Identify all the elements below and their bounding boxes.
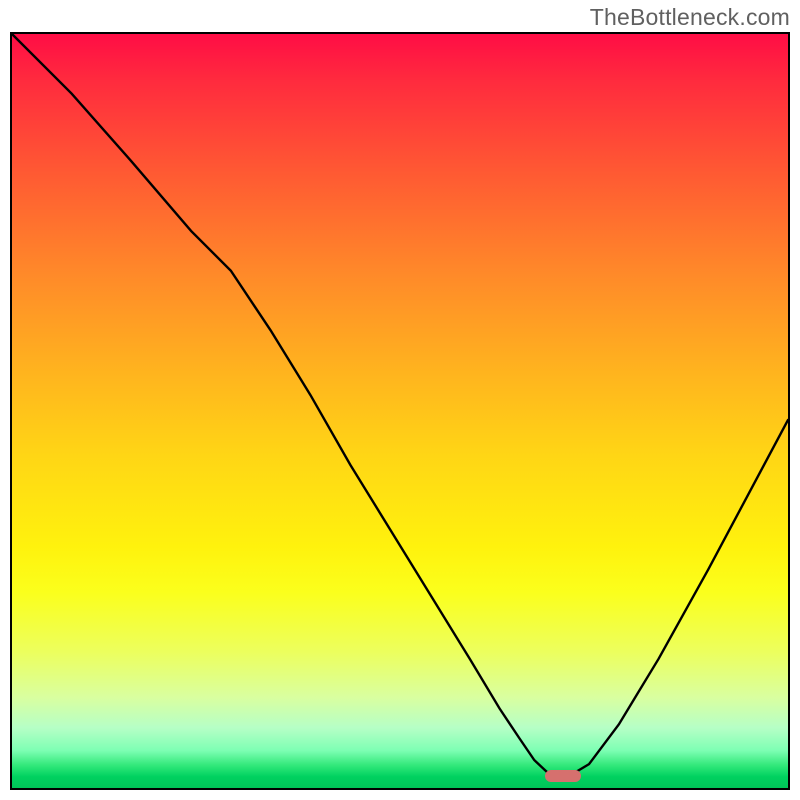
curve-svg [12,34,788,788]
plot-area [10,32,790,790]
bottleneck-curve-path [12,34,788,776]
watermark-text: TheBottleneck.com [590,4,790,31]
optimal-marker [545,770,581,782]
chart-container: TheBottleneck.com [0,0,800,800]
